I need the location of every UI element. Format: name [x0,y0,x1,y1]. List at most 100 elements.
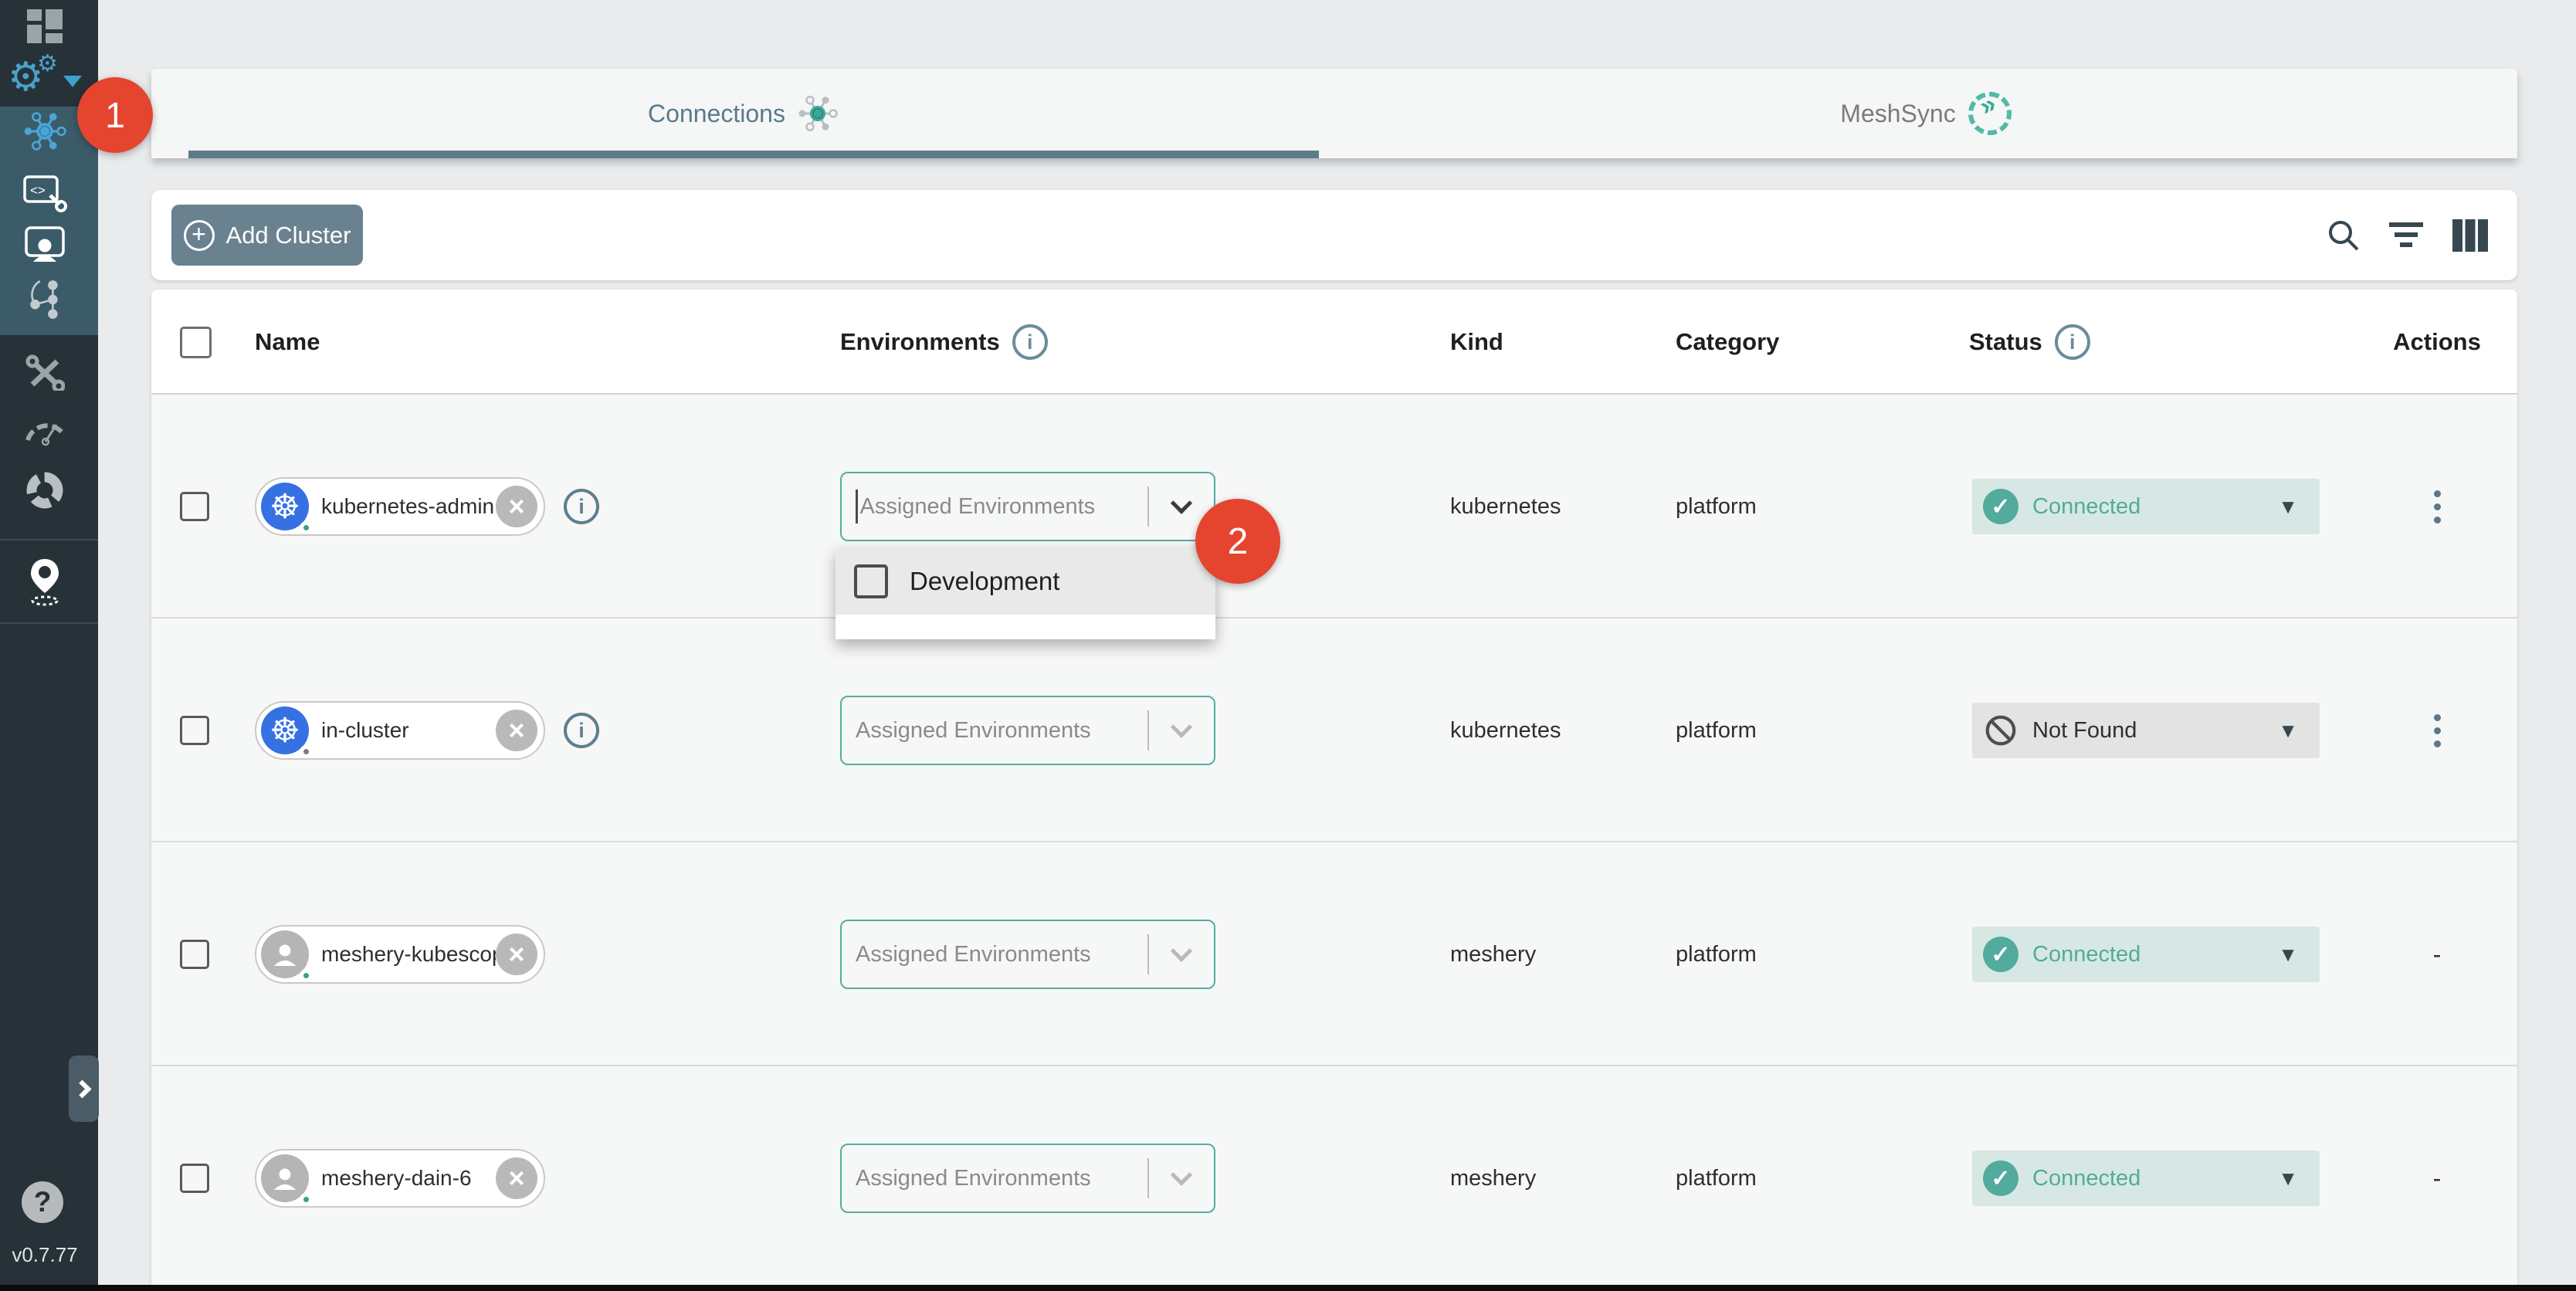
environments-placeholder: Assigned Environments [856,718,1147,744]
sidebar-item-profile[interactable] [0,556,90,607]
environment-option[interactable]: Development [836,548,1215,615]
svg-text:<>: <> [30,183,46,198]
connection-chip[interactable]: meshery-kubescop... × [255,925,545,984]
connection-chip[interactable]: ☸ in-cluster × [255,701,545,760]
sidebar-item-connections[interactable] [0,110,90,153]
connection-info-icon[interactable]: i [564,489,599,524]
help-icon[interactable]: ? [22,1181,63,1223]
environments-select[interactable]: Assigned Environments [840,920,1215,989]
table-header: Name Environments i Kind Category Status… [151,290,2517,395]
environment-option-label: Development [910,567,1059,596]
caret-down-icon: ▼ [2278,495,2298,519]
column-header-kind[interactable]: Kind [1450,290,1503,395]
connection-chip[interactable]: ☸ kubernetes-admin... × [255,477,545,536]
category-value: platform [1676,718,1757,744]
active-tab-indicator [188,151,1319,158]
status-label: Not Found [2032,718,2137,744]
select-open-button[interactable] [1149,947,1214,962]
row-checkbox[interactable] [180,716,209,745]
lifecycle-gears-icon[interactable]: ⚙ ⚙ [0,59,90,102]
wrenches-icon [25,351,65,391]
category-value: platform [1676,942,1757,967]
plus-icon: + [184,220,215,251]
kubernetes-icon: ☸ [261,483,309,530]
remove-connection-icon[interactable]: × [496,486,537,527]
status-dot-disconnected [300,745,313,758]
actions-empty: - [2433,940,2442,969]
branch-nodes-icon [24,279,66,320]
sidebar-item-toolkit[interactable] [0,351,90,391]
status-info-icon[interactable]: i [2055,324,2090,360]
environments-info-icon[interactable]: i [1012,324,1048,360]
search-icon[interactable] [2325,217,2362,254]
tab-meshsync-label: MeshSync [1840,100,1955,128]
kind-value: meshery [1450,1166,1536,1191]
chevron-down-icon [63,76,82,87]
kebab-menu-icon[interactable] [2428,708,2447,754]
connection-name: kubernetes-admin... [309,494,496,519]
sidebar-item-designs[interactable] [0,224,90,267]
gear-icon: ⚙ ⚙ [8,59,82,102]
remove-connection-icon[interactable]: × [496,934,537,975]
category-value: platform [1676,494,1757,520]
column-header-environments[interactable]: Environments i [840,290,1048,395]
environments-select[interactable]: Assigned Environments [840,1144,1215,1213]
screen-person-icon [22,226,67,265]
select-open-button[interactable] [1149,723,1214,738]
bottom-edge [0,1285,2576,1291]
column-header-status[interactable]: Status i [1969,290,2090,395]
not-found-icon [1983,713,2018,748]
meshery-app: ⚙ ⚙ [0,0,2576,1291]
sidebar-expand-button[interactable] [69,1056,99,1122]
add-cluster-label: Add Cluster [226,222,351,249]
chevron-down-icon [1171,493,1192,514]
sidebar-item-extensions[interactable] [0,469,90,512]
annotation-step-1: 1 [77,77,153,153]
filter-icon[interactable] [2388,217,2425,254]
status-select[interactable]: ✓ Connected ▼ [1972,479,2320,534]
kebab-menu-icon[interactable] [2428,484,2447,530]
tab-meshsync[interactable]: MeshSync » [1334,69,2517,158]
connection-info-icon[interactable]: i [564,713,599,748]
caret-down-icon: ▼ [2278,943,2298,967]
environments-placeholder: Assigned Environments [860,494,1148,520]
annotation-step-2: 2 [1195,499,1280,584]
sidebar-item-workloads[interactable] [0,278,90,321]
tab-connections[interactable]: Connections [151,69,1334,158]
view-columns-icon[interactable] [2452,217,2489,254]
dashboard-icon[interactable] [0,9,90,43]
status-select[interactable]: ✓ Connected ▼ [1972,927,2320,982]
environments-select[interactable]: Assigned Environments [840,472,1215,541]
kind-value: meshery [1450,942,1536,967]
status-select[interactable]: Not Found ▼ [1972,703,2320,758]
connection-chip[interactable]: meshery-dain-6 × [255,1149,545,1208]
sidebar-item-adapters[interactable]: <> [0,172,90,214]
connections-mesh-icon [23,110,66,153]
remove-connection-icon[interactable]: × [496,1157,537,1199]
environment-option-checkbox[interactable] [854,564,888,598]
connection-name: in-cluster [309,718,496,743]
row-checkbox[interactable] [180,940,209,969]
column-header-name[interactable]: Name [255,290,320,395]
actions-empty: - [2433,1164,2442,1193]
row-checkbox[interactable] [180,1164,209,1193]
sidebar-item-performance[interactable] [0,408,90,449]
avatar-icon [261,930,309,978]
environments-select[interactable]: Assigned Environments [840,696,1215,765]
meshery-ring-icon [23,469,66,512]
select-open-button[interactable] [1149,1171,1214,1186]
connected-check-icon: ✓ [1983,1161,2018,1196]
status-label: Connected [2032,494,2140,520]
status-select[interactable]: ✓ Connected ▼ [1972,1150,2320,1206]
row-checkbox[interactable] [180,492,209,521]
category-value: platform [1676,1166,1757,1191]
remove-connection-icon[interactable]: × [496,710,537,751]
status-dot-connected [300,1193,313,1206]
select-open-button[interactable] [1149,499,1214,514]
location-pin-icon [25,556,65,607]
select-all-checkbox[interactable] [180,327,212,358]
column-header-category[interactable]: Category [1676,290,1779,395]
connected-check-icon: ✓ [1983,937,2018,972]
add-cluster-button[interactable]: + Add Cluster [171,205,363,266]
connection-name: meshery-kubescop... [309,942,496,967]
